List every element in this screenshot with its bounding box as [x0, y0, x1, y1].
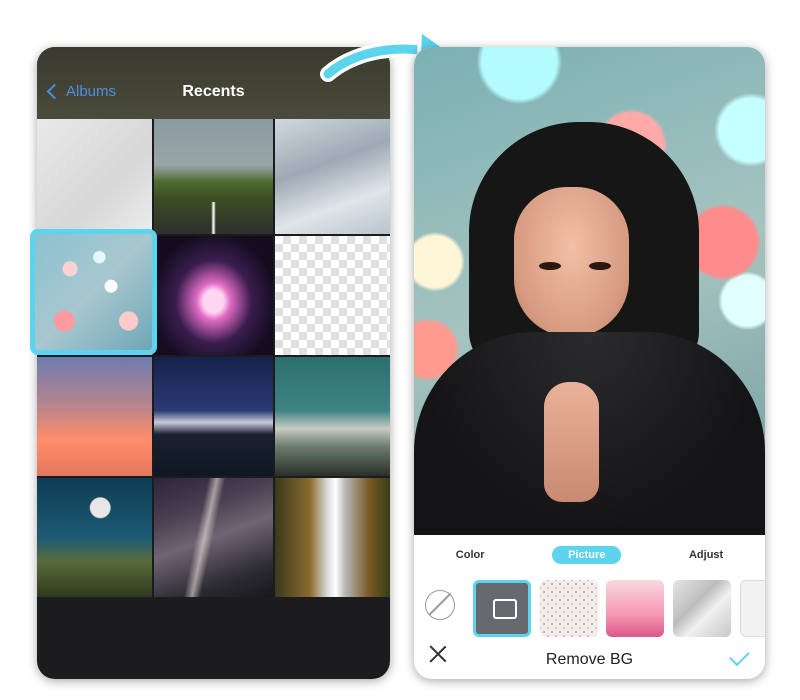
photo-thumb-transparent[interactable] — [275, 236, 390, 355]
subject-face — [514, 187, 629, 337]
subject-hand — [544, 382, 599, 502]
background-option-pink[interactable] — [606, 580, 664, 637]
photo-thumb-moon-rocks[interactable] — [37, 478, 152, 597]
background-option-confetti[interactable] — [540, 580, 598, 637]
image-icon — [493, 599, 517, 619]
bottom-title: Remove BG — [545, 651, 634, 668]
picture-picker-option[interactable] — [473, 580, 531, 637]
photo-thumb-gray-sky[interactable] — [37, 119, 152, 234]
tab-color[interactable]: Color — [440, 546, 501, 564]
tab-adjust[interactable]: Adjust — [673, 546, 739, 564]
photo-thumb-waterfall[interactable] — [275, 478, 390, 597]
photo-thumb-night-mountain[interactable] — [154, 357, 273, 476]
subject-eye-left — [539, 262, 561, 270]
photo-thumb-pink-sunset[interactable] — [37, 357, 152, 476]
photo-thumb-neon-x[interactable] — [154, 236, 273, 355]
edited-photo — [414, 47, 765, 535]
photo-thumb-clouds[interactable] — [275, 119, 390, 234]
bottom-bar: Remove BG — [414, 639, 765, 679]
subject-eye-right — [589, 262, 611, 270]
selected-photo-bokeh[interactable] — [30, 229, 157, 355]
background-option-marble[interactable] — [673, 580, 731, 637]
remove-bg-editor-screen: Color Picture Adjust Remove BG — [414, 47, 765, 679]
background-tabs: Color Picture Adjust — [414, 535, 765, 575]
photo-thumb-milky-way[interactable] — [154, 478, 273, 597]
background-option-partial[interactable] — [740, 580, 765, 637]
photo-thumb-mountain-road[interactable] — [154, 119, 273, 234]
no-background-icon[interactable] — [425, 590, 455, 620]
photo-picker-screen: Albums Recents — [37, 47, 390, 679]
photo-thumb-teal-mountains[interactable] — [275, 357, 390, 476]
background-options — [414, 580, 765, 640]
photo-grid — [37, 119, 390, 597]
tab-picture[interactable]: Picture — [552, 546, 622, 564]
